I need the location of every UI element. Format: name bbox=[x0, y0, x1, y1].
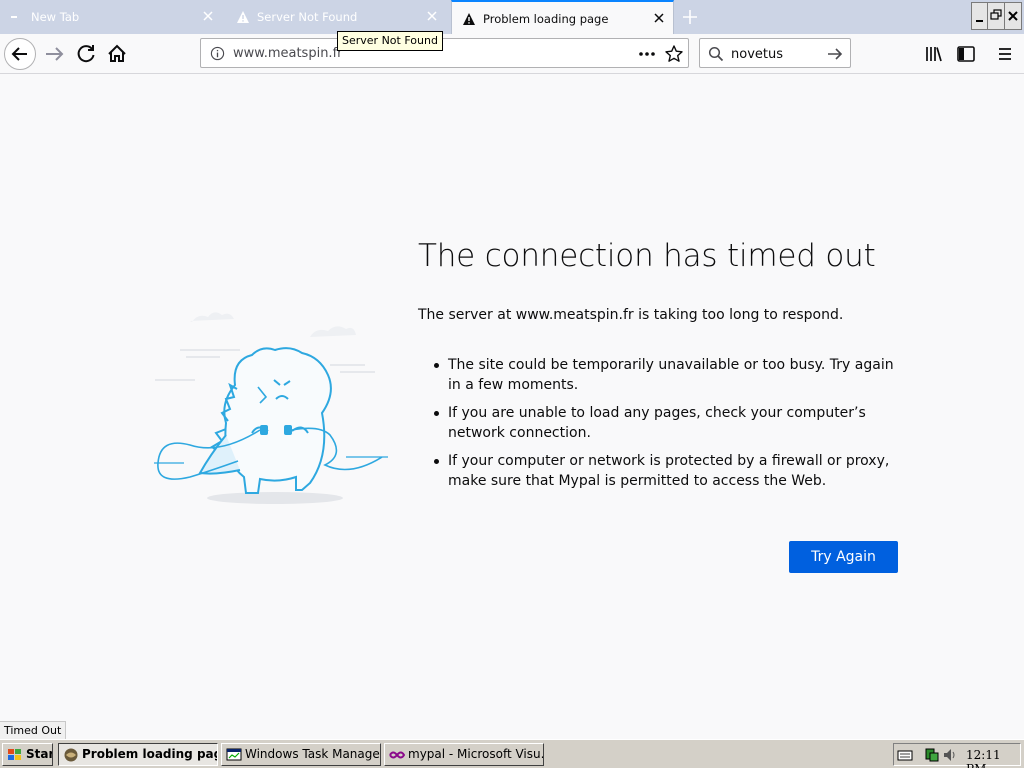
back-button[interactable] bbox=[4, 38, 36, 70]
reload-button[interactable] bbox=[72, 40, 100, 68]
home-button[interactable] bbox=[103, 40, 131, 68]
list-item: The site could be temporarily unavailabl… bbox=[418, 355, 908, 395]
info-icon[interactable] bbox=[210, 46, 225, 61]
tab-label: Server Not Found bbox=[257, 10, 358, 24]
keyboard-icon[interactable] bbox=[897, 747, 913, 763]
taskbar-item-task-manager[interactable]: Windows Task Manager bbox=[221, 743, 381, 766]
reload-icon bbox=[77, 45, 95, 63]
bullet-icon bbox=[434, 411, 439, 416]
browser-icon bbox=[64, 748, 78, 762]
volume-icon[interactable] bbox=[942, 747, 958, 763]
sad-dinosaur-unplugged-illustration bbox=[154, 312, 388, 504]
try-again-button[interactable]: Try Again bbox=[789, 541, 898, 573]
warning-icon bbox=[237, 11, 249, 23]
tab-label: Problem loading page bbox=[483, 12, 609, 26]
network-icon[interactable] bbox=[924, 747, 940, 763]
new-tab-plus-icon[interactable] bbox=[680, 7, 700, 27]
forward-arrow-icon bbox=[46, 47, 64, 61]
list-item: If your computer or network is protected… bbox=[418, 451, 908, 491]
tab-strip: New Tab Server Not Found Problem loading… bbox=[0, 0, 1024, 34]
tab-server-not-found[interactable]: Server Not Found bbox=[226, 0, 446, 34]
visual-studio-icon bbox=[389, 751, 405, 759]
restore-button[interactable] bbox=[987, 2, 1005, 30]
taskbar: Start Problem loading page ... Windows T… bbox=[0, 739, 1024, 768]
home-icon bbox=[108, 44, 126, 62]
taskbar-item-visual-studio[interactable]: mypal - Microsoft Visu... bbox=[384, 743, 544, 766]
bullet-icon bbox=[434, 459, 439, 464]
taskbar-item-browser[interactable]: Problem loading page ... bbox=[58, 743, 218, 766]
close-window-button[interactable] bbox=[1004, 2, 1022, 30]
close-icon bbox=[1008, 11, 1018, 21]
task-manager-icon bbox=[226, 748, 242, 761]
restore-icon bbox=[990, 9, 1002, 20]
url-bar[interactable]: www.meatspin.fr bbox=[200, 38, 689, 68]
close-tab-icon[interactable] bbox=[651, 10, 667, 26]
minimize-icon bbox=[976, 20, 983, 22]
search-go-arrow-icon[interactable] bbox=[826, 45, 844, 63]
url-text[interactable]: www.meatspin.fr bbox=[233, 46, 343, 61]
page-actions-icon[interactable] bbox=[637, 45, 657, 63]
error-suggestion-list: The site could be temporarily unavailabl… bbox=[418, 355, 908, 499]
navigation-toolbar: www.meatspin.fr novetus bbox=[0, 34, 1024, 74]
error-description: The server at www.meatspin.fr is taking … bbox=[418, 307, 844, 323]
tab-label: New Tab bbox=[31, 10, 80, 24]
tab-new-tab[interactable]: New Tab bbox=[0, 0, 222, 34]
page-icon bbox=[11, 16, 17, 18]
error-title: The connection has timed out bbox=[418, 238, 876, 274]
sidebar-icon[interactable] bbox=[956, 44, 976, 64]
bullet-icon bbox=[434, 363, 439, 368]
close-tab-icon[interactable] bbox=[424, 8, 440, 24]
search-icon[interactable] bbox=[708, 46, 724, 62]
warning-icon bbox=[463, 13, 475, 25]
tab-problem-loading-page[interactable]: Problem loading page bbox=[451, 0, 674, 34]
start-button[interactable]: Start bbox=[2, 743, 53, 766]
bookmark-star-icon[interactable] bbox=[664, 44, 684, 64]
clock[interactable]: 12:11 PM bbox=[966, 748, 1020, 768]
status-panel: Timed Out bbox=[0, 721, 67, 739]
close-tab-icon[interactable] bbox=[200, 8, 216, 24]
error-page: The connection has timed out The server … bbox=[0, 75, 1024, 720]
tab-tooltip: Server Not Found bbox=[337, 31, 443, 51]
back-arrow-icon bbox=[11, 47, 27, 61]
search-bar[interactable]: novetus bbox=[699, 38, 851, 68]
windows-logo-icon bbox=[8, 749, 21, 760]
search-input[interactable]: novetus bbox=[731, 47, 783, 62]
forward-button[interactable] bbox=[41, 40, 69, 68]
list-item: If you are unable to load any pages, che… bbox=[418, 403, 908, 443]
library-icon[interactable] bbox=[924, 44, 944, 64]
system-tray: 12:11 PM bbox=[893, 743, 1021, 768]
hamburger-menu-icon[interactable] bbox=[995, 44, 1015, 64]
